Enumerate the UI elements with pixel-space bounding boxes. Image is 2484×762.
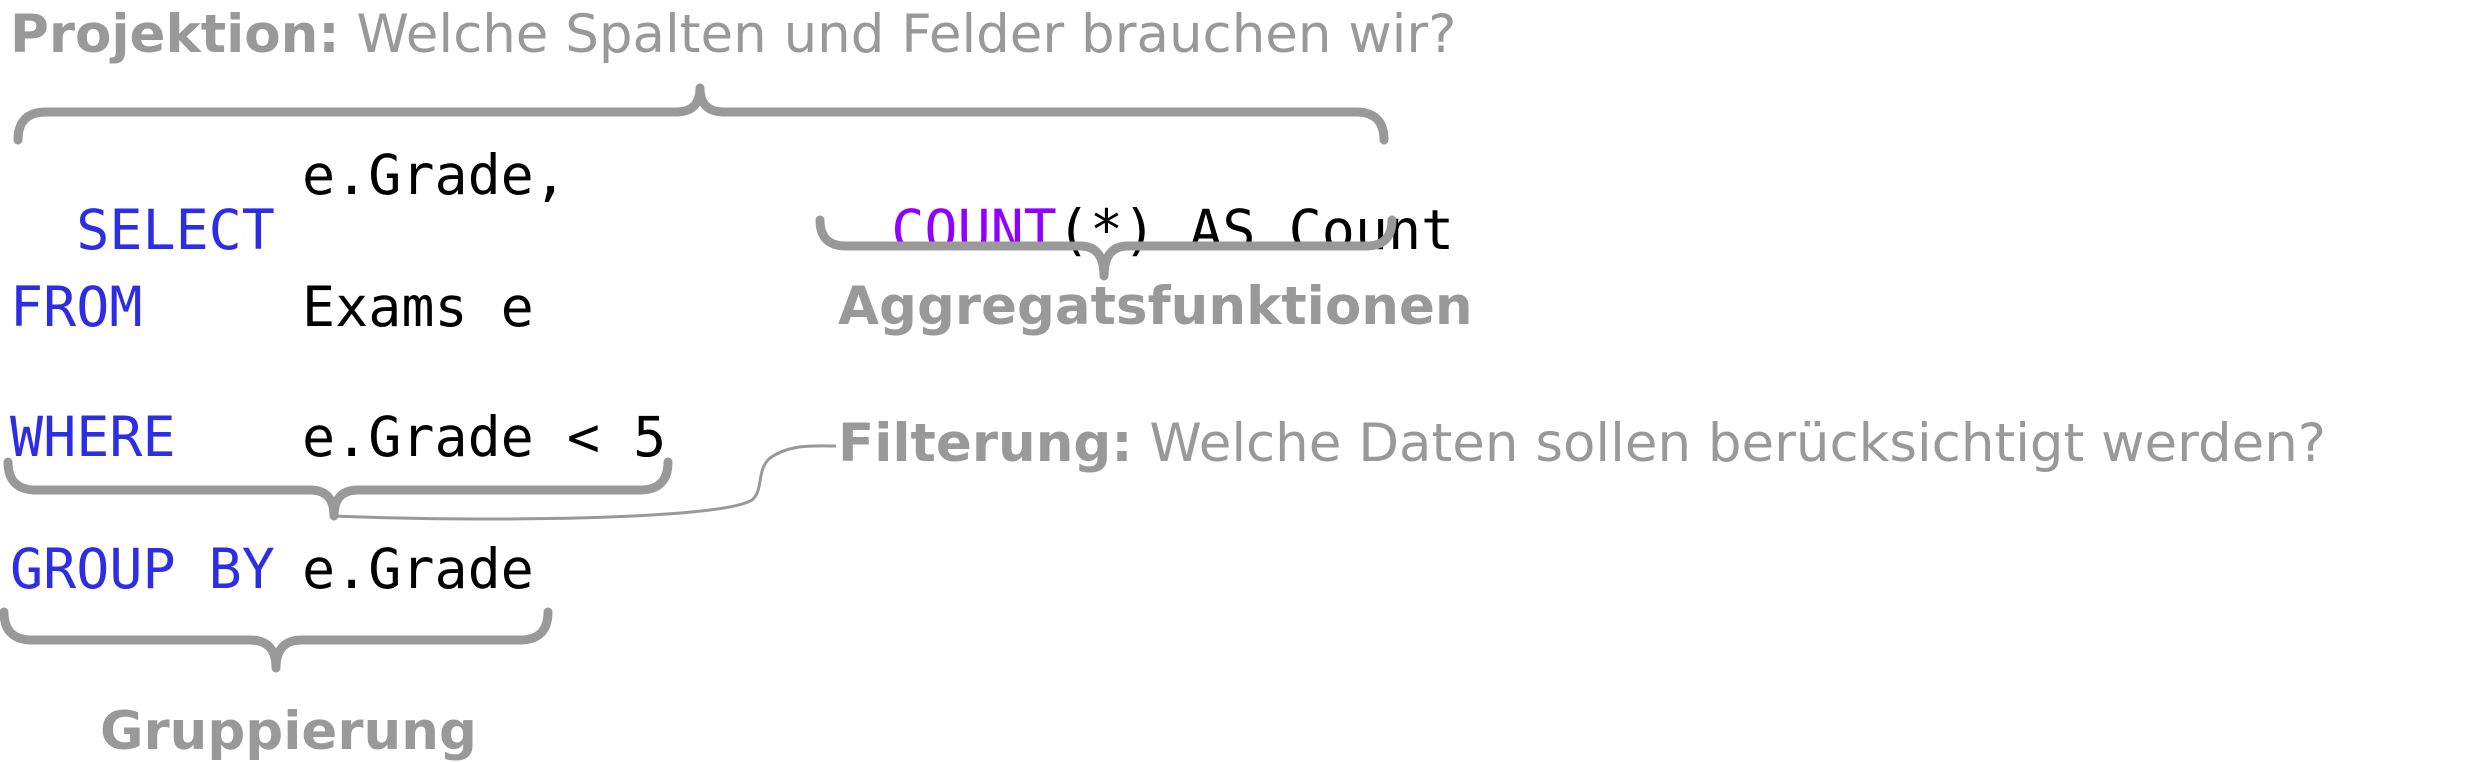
group-brace (0, 607, 553, 673)
filter-connector (333, 444, 837, 521)
filter-brace (3, 457, 673, 521)
projection-brace (13, 83, 1389, 145)
brace-layer (0, 83, 1397, 673)
aggregate-brace (815, 215, 1397, 281)
